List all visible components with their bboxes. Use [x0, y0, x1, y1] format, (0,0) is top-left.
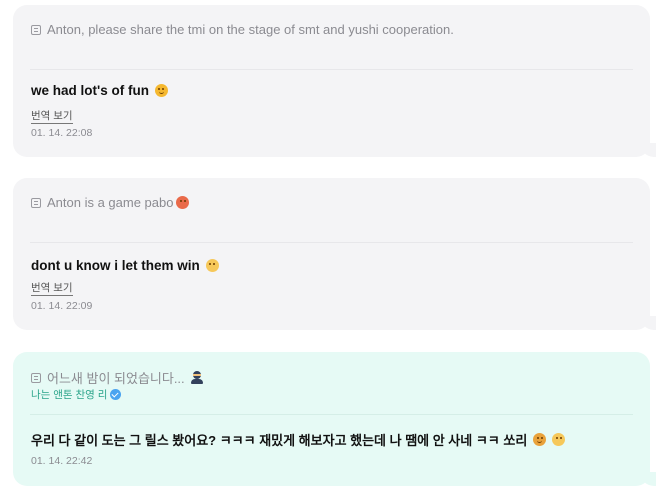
- verified-badge-icon: [110, 389, 122, 400]
- divider: [30, 242, 633, 243]
- ninja-icon: [190, 371, 203, 384]
- quoted-post[interactable]: Anton, please share the tmi on the stage…: [31, 22, 454, 37]
- timestamp: 01. 14. 22:42: [31, 455, 93, 467]
- message-text-row: we had lot's of fun: [31, 83, 168, 98]
- timestamp: 01. 14. 22:08: [31, 127, 93, 139]
- message-bubble-2: Anton is a game pabo dont u know i let t…: [13, 178, 656, 330]
- message-bubble-1: Anton, please share the tmi on the stage…: [13, 5, 656, 157]
- timestamp: 01. 14. 22:09: [31, 300, 93, 312]
- message-text: 우리 다 같이 도는 그 릴스 봤어요? ㅋㅋㅋ 재밌게 해보자고 했는데 나 …: [31, 433, 528, 448]
- message-text: we had lot's of fun: [31, 83, 149, 98]
- bubble-tail: [640, 316, 656, 330]
- divider: [30, 414, 633, 415]
- quote-icon: [31, 372, 41, 383]
- message-text-row: dont u know i let them win: [31, 258, 219, 273]
- quoted-text: Anton is a game pabo: [47, 195, 174, 210]
- translate-link[interactable]: 번역 보기: [31, 110, 73, 124]
- message-text: dont u know i let them win: [31, 258, 200, 273]
- sender-name-row: 나는 앤톤 찬영 리: [31, 387, 122, 402]
- pouting-face-icon: [176, 196, 190, 209]
- bubble-tail: [640, 143, 656, 157]
- sneezing-face-icon: [552, 433, 566, 446]
- smiling-face-icon: [154, 84, 168, 97]
- quoted-post[interactable]: 어느새 밤이 되었습니다...: [31, 368, 203, 387]
- quote-icon: [31, 197, 41, 208]
- divider: [30, 69, 633, 70]
- quoted-text: 어느새 밤이 되었습니다...: [47, 371, 185, 386]
- nerd-face-icon: [533, 433, 547, 446]
- bubble-tail: [640, 472, 656, 486]
- message-bubble-3: 어느새 밤이 되었습니다... 나는 앤톤 찬영 리 우리 다 같이 도는 그 …: [13, 352, 656, 486]
- sender-name: 나는 앤톤 찬영 리: [31, 389, 108, 401]
- translate-link[interactable]: 번역 보기: [31, 282, 73, 296]
- quoted-text: Anton, please share the tmi on the stage…: [47, 22, 454, 37]
- message-text-row: 우리 다 같이 도는 그 릴스 봤어요? ㅋㅋㅋ 재밌게 해보자고 했는데 나 …: [31, 430, 566, 449]
- flushed-face-icon: [205, 259, 219, 272]
- quoted-post[interactable]: Anton is a game pabo: [31, 195, 190, 210]
- quote-icon: [31, 24, 41, 35]
